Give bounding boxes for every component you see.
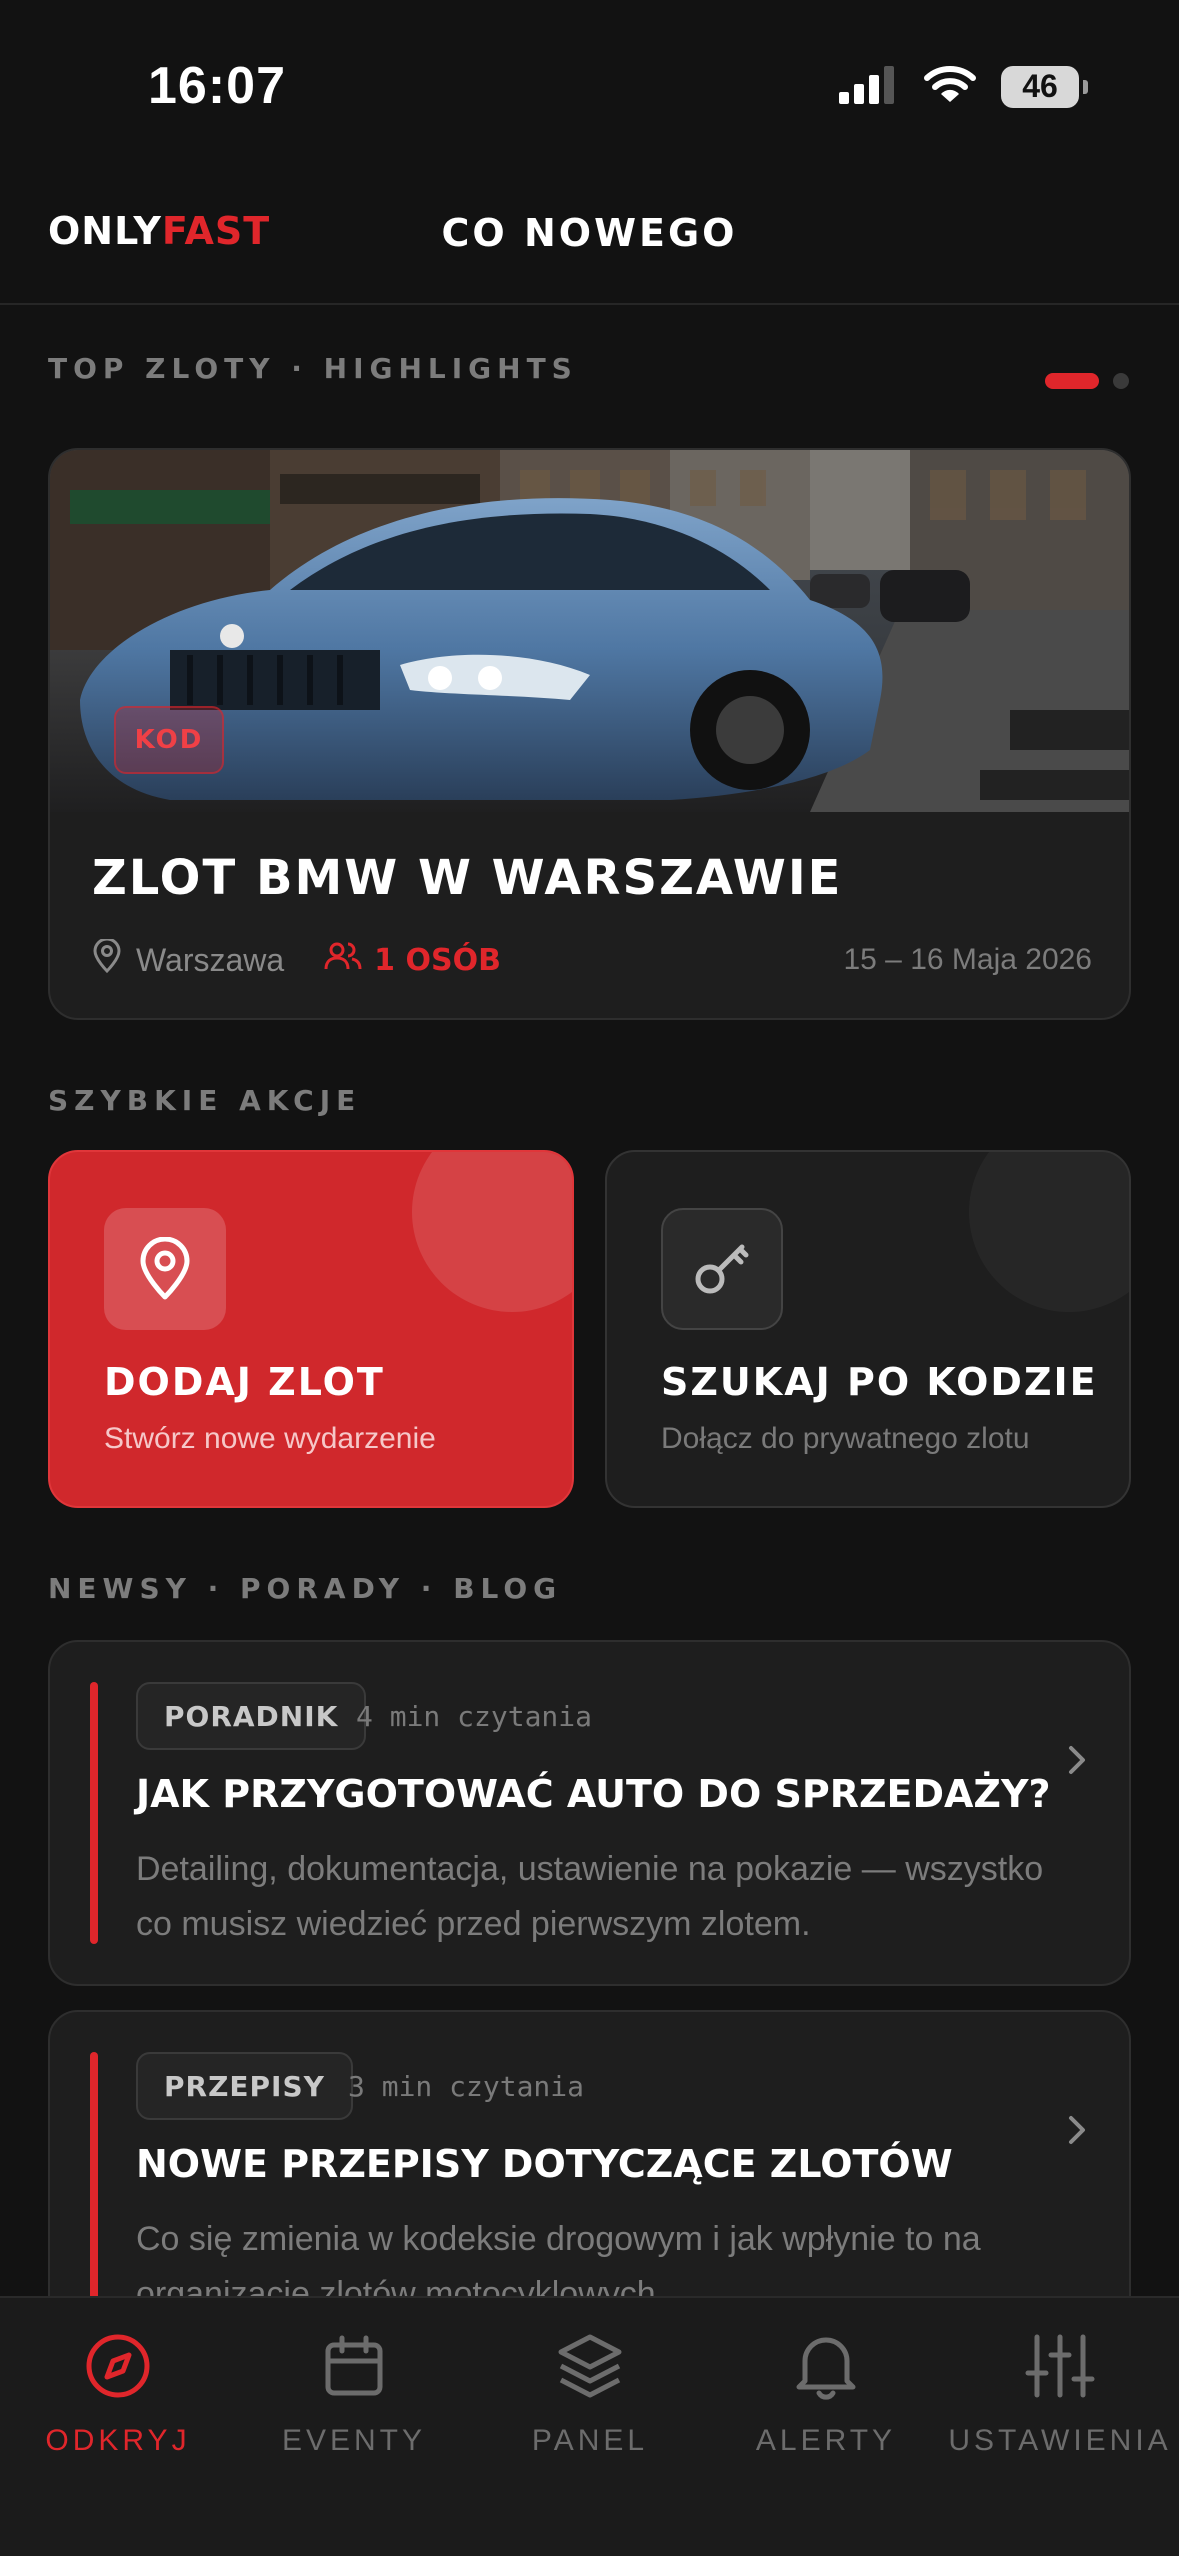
status-time: 16:07 — [148, 57, 286, 115]
news-excerpt: Detailing, dokumentacja, ustawienie na p… — [136, 1850, 1044, 1943]
tab-label: USTAWIENIA — [948, 2424, 1172, 2457]
highlight-event-card[interactable]: KOD ZLOT BMW W WARSZAWIE Warszawa 1 OSÓB… — [48, 448, 1131, 1020]
tab-discover[interactable]: ODKRYJ — [0, 2328, 236, 2488]
news-tag: PRZEPISY — [136, 2052, 353, 2120]
battery-indicator: 46 — [1001, 65, 1088, 108]
add-event-title: DODAJ ZLOT — [104, 1360, 385, 1404]
calendar-icon — [316, 2328, 392, 2404]
layers-icon — [552, 2328, 628, 2404]
page-title: CO NOWEGO — [441, 211, 738, 255]
event-date: 15 – 16 Maja 2026 — [843, 943, 1092, 976]
event-location-text: Warszawa — [136, 941, 285, 978]
decorative-circle — [969, 1152, 1129, 1312]
search-by-code-subtitle: Dołącz do prywatnego zlotu — [661, 1422, 1030, 1455]
add-event-button[interactable]: DODAJ ZLOT Stwórz nowe wydarzenie — [48, 1150, 574, 1508]
tab-settings[interactable]: USTAWIENIA — [942, 2328, 1178, 2488]
app-header: ONLYFAST CO NOWEGO — [0, 175, 1179, 305]
tab-events[interactable]: EVENTY — [236, 2328, 472, 2488]
compass-icon — [80, 2328, 156, 2404]
news-section-label: NEWSY · PORADY · BLOG — [48, 1572, 563, 1605]
decorative-circle — [412, 1152, 572, 1312]
pager-dot[interactable] — [1113, 373, 1129, 389]
news-accent-bar — [90, 2052, 98, 2314]
news-read-time: 4 min czytania — [356, 1700, 593, 1733]
tab-panel[interactable]: PANEL — [472, 2328, 708, 2488]
event-attendees-count: 1 OSÓB — [374, 942, 501, 978]
chevron-right-icon — [1065, 2112, 1089, 2153]
quick-actions-section-label: SZYBKIE AKCJE — [48, 1084, 362, 1117]
tab-label: EVENTY — [281, 2424, 427, 2457]
sliders-icon — [1022, 2328, 1098, 2404]
event-meta: Warszawa 1 OSÓB 15 – 16 Maja 2026 — [92, 936, 1092, 984]
tab-label: ODKRYJ — [45, 2424, 191, 2457]
tab-label: ALERTY — [755, 2424, 897, 2457]
news-accent-bar — [90, 1682, 98, 1944]
status-bar: 16:07 46 — [0, 0, 1179, 175]
event-title: ZLOT BMW W WARSZAWIE — [92, 850, 843, 906]
tab-alerts[interactable]: ALERTY — [708, 2328, 944, 2488]
highlights-section-label: TOP ZLOTY · HIGHLIGHTS — [48, 352, 578, 385]
key-icon — [661, 1208, 783, 1330]
search-by-code-title: SZUKAJ PO KODZIE — [661, 1360, 1098, 1404]
event-attendees: 1 OSÓB — [324, 941, 501, 979]
wifi-icon — [923, 64, 977, 109]
status-icons: 46 — [839, 64, 1088, 109]
cellular-signal-icon — [839, 64, 899, 109]
add-event-subtitle: Stwórz nowe wydarzenie — [104, 1422, 436, 1455]
news-title: NOWE PRZEPISY DOTYCZĄCE ZLOTÓW — [136, 2142, 953, 2186]
event-location: Warszawa — [92, 937, 285, 981]
news-read-time: 3 min czytania — [348, 2070, 585, 2103]
chevron-right-icon — [1065, 1742, 1089, 1783]
news-tag: PORADNIK — [136, 1682, 367, 1750]
tab-label: PANEL — [531, 2424, 649, 2457]
users-icon — [324, 941, 362, 979]
search-by-code-button[interactable]: SZUKAJ PO KODZIE Dołącz do prywatnego zl… — [605, 1150, 1131, 1508]
bell-icon — [788, 2328, 864, 2404]
discover-screen: 16:07 46 ONLYFAST CO NOWEGO TOP ZLOTY · … — [0, 0, 1179, 2556]
location-pin-icon — [92, 937, 122, 981]
event-photo: KOD — [50, 450, 1129, 812]
private-code-badge: KOD — [114, 706, 224, 774]
news-card[interactable]: PORADNIK 4 min czytania JAK PRZYGOTOWAĆ … — [48, 1640, 1131, 1986]
news-title: JAK PRZYGOTOWAĆ AUTO DO SPRZEDAŻY? — [136, 1772, 1051, 1816]
bottom-tab-bar: ODKRYJ EVENTY PANEL ALERTY USTAWIENIA — [0, 2296, 1179, 2556]
map-pin-icon — [104, 1208, 226, 1330]
pager-dot-active[interactable] — [1045, 373, 1099, 389]
carousel-pager[interactable] — [1045, 373, 1129, 389]
